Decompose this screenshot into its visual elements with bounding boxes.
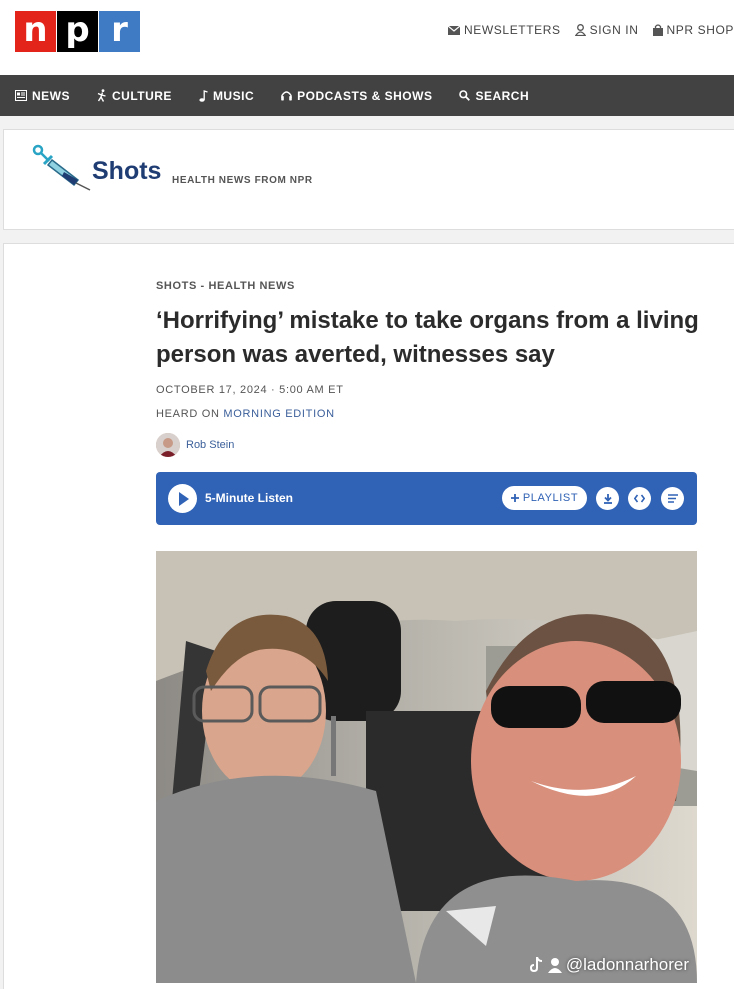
plus-icon [510,494,519,502]
nav-item-podcasts[interactable]: PODCASTS & SHOWS [281,89,432,103]
embed-code-icon [634,494,645,503]
heard-on: HEARD ON MORNING EDITION [156,408,335,420]
user-icon [547,958,562,973]
sign-in-label: SIGN IN [589,23,639,37]
section-banner: Shots HEALTH NEWS FROM NPR [3,129,734,230]
audio-player: 5-Minute Listen PLAYLIST [156,472,697,525]
tiktok-icon [529,957,542,973]
sign-in-link[interactable]: SIGN IN [574,23,639,37]
syringe-icon [32,144,91,191]
culture-icon [97,89,106,102]
embed-button[interactable] [628,487,651,510]
nav-item-culture[interactable]: CULTURE [97,89,172,103]
user-icon [574,24,586,36]
article: SHOTS - HEALTH NEWS ‘Horrifying’ mistake… [3,243,734,989]
shots-logo[interactable]: Shots [30,142,161,192]
nav-item-music[interactable]: MUSIC [199,89,254,103]
nav-label-podcasts: PODCASTS & SHOWS [297,88,433,103]
npr-shop-label: NPR SHOP [666,23,734,37]
music-note-icon [199,89,208,102]
transcript-icon [667,494,678,503]
byline: Rob Stein [156,433,234,457]
photo-watermark: @ladonnarhorer [529,955,689,975]
listen-duration: 5-Minute Listen [205,491,294,505]
nav-item-news[interactable]: NEWS [15,89,70,103]
car-selfie-photo [156,551,697,983]
author-avatar[interactable] [156,433,180,457]
nav-label-news: NEWS [32,88,70,103]
article-date: OCTOBER 17, 2024 · 5:00 AM ET [156,384,344,396]
npr-logo[interactable]: n p r [15,11,140,52]
nav-item-search[interactable]: SEARCH [459,89,529,103]
watermark-handle: @ladonnarhorer [565,955,689,974]
heard-on-prefix: HEARD ON [156,408,224,420]
envelope-icon [448,25,461,35]
kicker-section-link[interactable]: SHOTS - HEALTH NEWS [156,280,295,292]
nav-label-culture: CULTURE [112,88,172,103]
news-icon [15,90,27,101]
article-headline: ‘Horrifying’ mistake to take organs from… [156,307,699,368]
download-icon [603,493,612,504]
download-button[interactable] [596,487,619,510]
main-nav: NEWS CULTURE MUSIC PODCASTS & SHOWS SEAR… [0,75,734,116]
newsletters-label: NEWSLETTERS [464,23,561,37]
npr-shop-link[interactable]: NPR SHOP [652,23,734,37]
article-kicker: SHOTS - HEALTH NEWS [156,280,295,292]
newsletters-link[interactable]: NEWSLETTERS [448,23,561,37]
add-to-playlist-button[interactable]: PLAYLIST [502,486,587,510]
nav-label-search: SEARCH [475,88,530,103]
logo-letter-r: r [99,11,140,52]
shopping-bag-icon [652,24,663,36]
logo-letter-n: n [15,11,56,52]
section-tagline: HEALTH NEWS FROM NPR [172,175,313,186]
nav-label-music: MUSIC [212,88,255,103]
play-button[interactable] [168,484,197,513]
utility-links: NEWSLETTERS SIGN IN NPR SHOP [448,23,734,37]
program-link[interactable]: MORNING EDITION [223,408,334,420]
logo-letter-p: p [57,11,98,52]
playlist-label: PLAYLIST [522,492,579,504]
transcript-button[interactable] [661,487,684,510]
search-icon [459,90,471,101]
section-name: Shots [92,157,162,185]
author-name[interactable]: Rob Stein [186,439,234,451]
headphones-icon [281,91,292,101]
top-bar: n p r NEWSLETTERS SIGN IN NPR SHOP [0,0,734,75]
lead-image[interactable]: @ladonnarhorer [156,551,697,983]
